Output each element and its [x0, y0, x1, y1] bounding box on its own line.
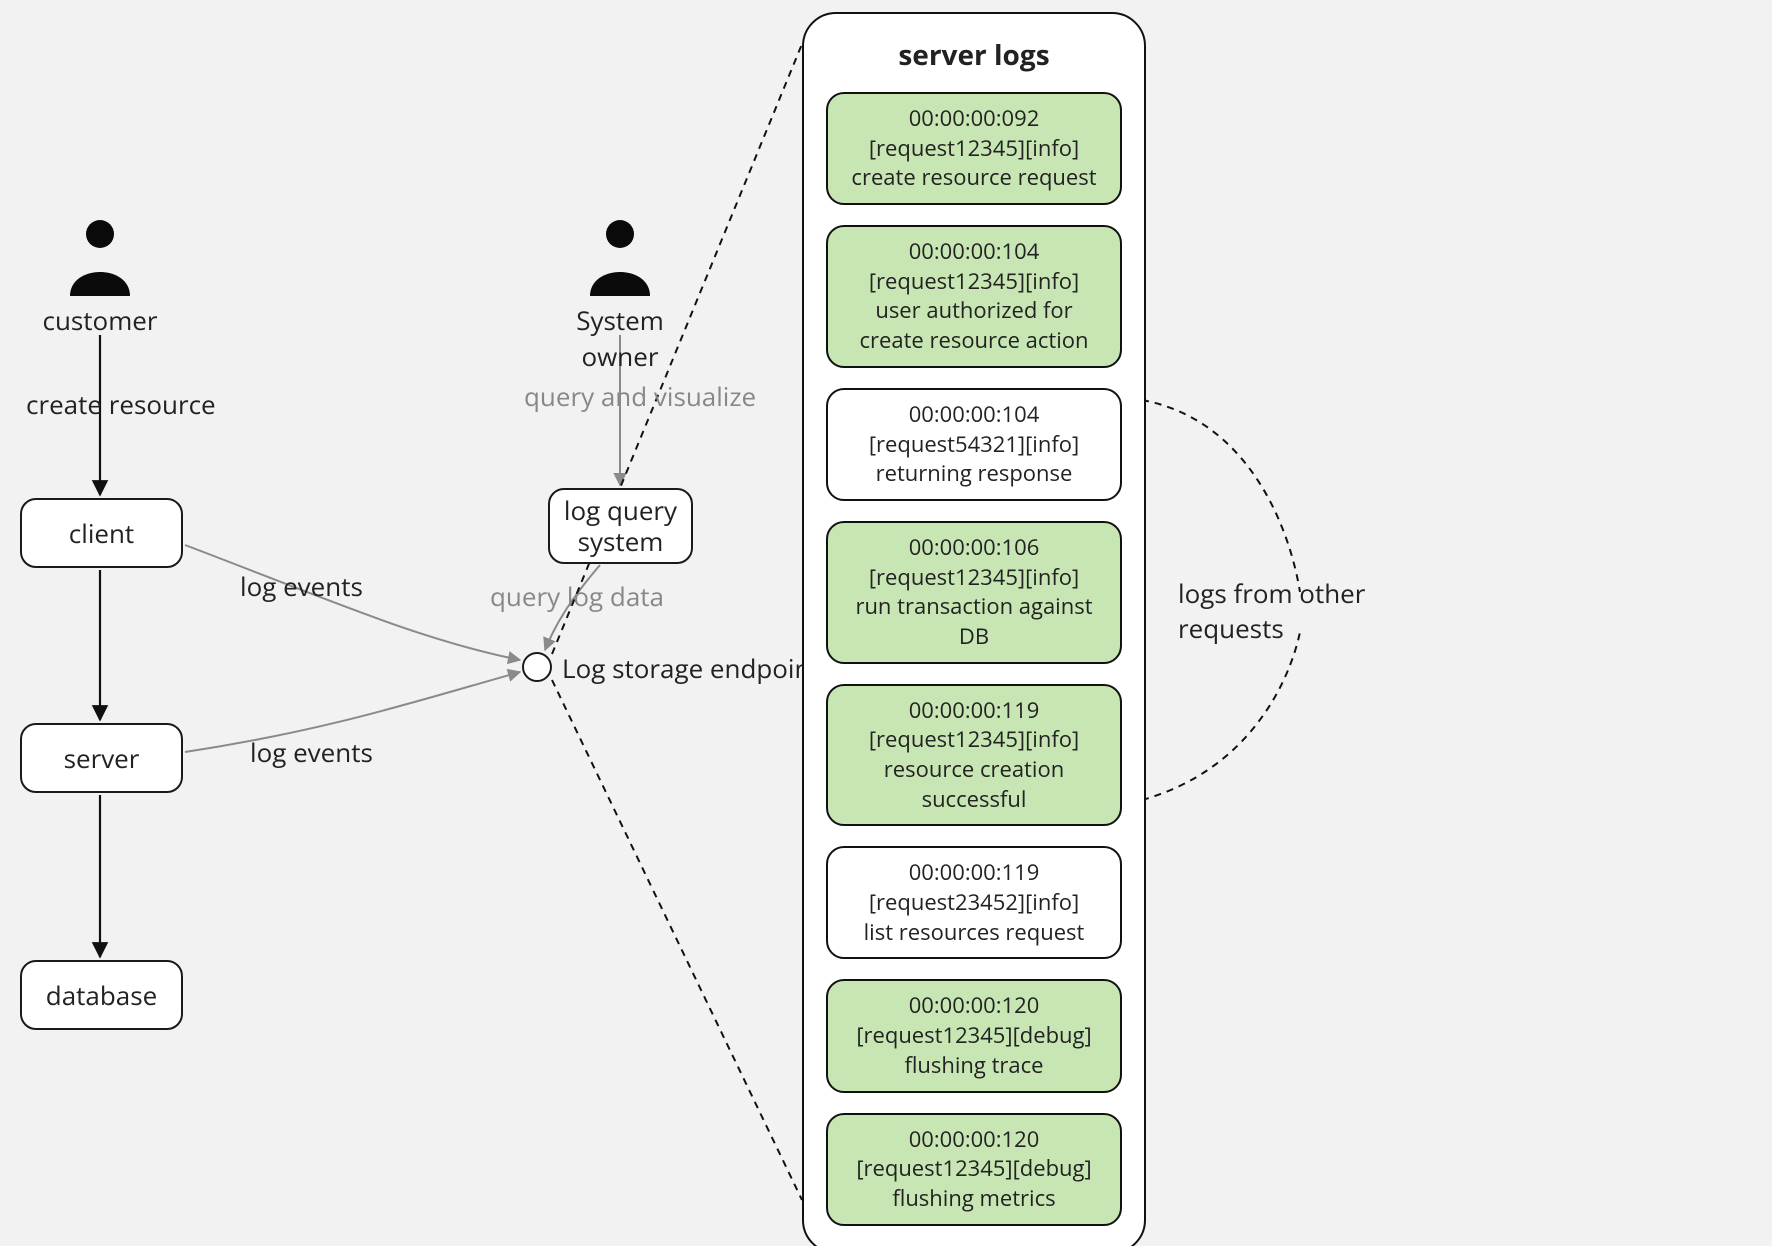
log-entry-5: 00:00:00:119[request23452][info]list res… [826, 846, 1122, 959]
actor-system-owner-label: System owner [538, 302, 702, 374]
server-logs-title: server logs [826, 36, 1122, 74]
log-entry-tag: [request23452][info] [842, 888, 1106, 918]
log-entry-3: 00:00:00:106[request12345][info]run tran… [826, 521, 1122, 664]
log-entry-6: 00:00:00:120[request12345][debug]flushin… [826, 979, 1122, 1092]
node-log-query-system: log query system [548, 488, 693, 564]
log-entry-msg: list resources request [842, 918, 1106, 948]
log-entry-tag: [request12345][info] [842, 563, 1106, 593]
log-entry-ts: 00:00:00:106 [842, 533, 1106, 563]
actor-system-owner: System owner [538, 216, 702, 374]
actor-customer-label: customer [40, 302, 160, 338]
log-entry-ts: 00:00:00:104 [842, 237, 1106, 267]
person-icon [65, 216, 135, 296]
edge-create-resource: create resource [26, 386, 216, 422]
edge-log-events-server: log events [250, 734, 373, 770]
log-entry-tag: [request12345][info] [842, 134, 1106, 164]
edge-query-log-data: query log data [490, 578, 664, 614]
log-entry-ts: 00:00:00:092 [842, 104, 1106, 134]
log-entry-msg: flushing trace [842, 1051, 1106, 1081]
log-entry-tag: [request12345][debug] [842, 1021, 1106, 1051]
log-entry-msg: create resource request [842, 163, 1106, 193]
node-log-storage-endpoint-circle [522, 652, 552, 682]
log-entry-7: 00:00:00:120[request12345][debug]flushin… [826, 1113, 1122, 1226]
log-entry-0: 00:00:00:092[request12345][info]create r… [826, 92, 1122, 205]
log-entry-msg: resource creation successful [842, 755, 1106, 814]
log-entry-tag: [request12345][info] [842, 725, 1106, 755]
node-log-query-system-label: log query system [564, 495, 677, 557]
node-client-label: client [69, 515, 134, 551]
node-database-label: database [46, 977, 157, 1013]
log-entry-msg: flushing metrics [842, 1184, 1106, 1214]
log-entry-1: 00:00:00:104[request12345][info]user aut… [826, 225, 1122, 368]
log-entry-msg: user authorized for create resource acti… [842, 296, 1106, 355]
node-client: client [20, 498, 183, 568]
edge-query-and-visualize: query and visualize [524, 378, 756, 414]
node-log-storage-endpoint-label: Log storage endpoint [562, 650, 820, 686]
log-entry-tag: [request54321][info] [842, 430, 1106, 460]
log-entries-container: 00:00:00:092[request12345][info]create r… [826, 92, 1122, 1226]
log-entry-msg: run transaction against DB [842, 592, 1106, 651]
actor-customer: customer [40, 216, 160, 338]
log-entry-ts: 00:00:00:120 [842, 991, 1106, 1021]
log-entry-ts: 00:00:00:119 [842, 696, 1106, 726]
node-server-label: server [64, 740, 140, 776]
log-entry-ts: 00:00:00:120 [842, 1125, 1106, 1155]
person-icon [585, 216, 655, 296]
log-entry-msg: returning response [842, 459, 1106, 489]
node-server: server [20, 723, 183, 793]
log-entry-2: 00:00:00:104[request54321][info]returnin… [826, 388, 1122, 501]
log-entry-tag: [request12345][info] [842, 267, 1106, 297]
node-database: database [20, 960, 183, 1030]
server-logs-panel: server logs 00:00:00:092[request12345][i… [802, 12, 1146, 1246]
edge-log-events-client: log events [240, 568, 363, 604]
log-entry-tag: [request12345][debug] [842, 1154, 1106, 1184]
log-entry-ts: 00:00:00:104 [842, 400, 1106, 430]
log-entry-4: 00:00:00:119[request12345][info]resource… [826, 684, 1122, 827]
log-entry-ts: 00:00:00:119 [842, 858, 1106, 888]
annotation-other-requests: logs from other requests [1178, 576, 1365, 646]
